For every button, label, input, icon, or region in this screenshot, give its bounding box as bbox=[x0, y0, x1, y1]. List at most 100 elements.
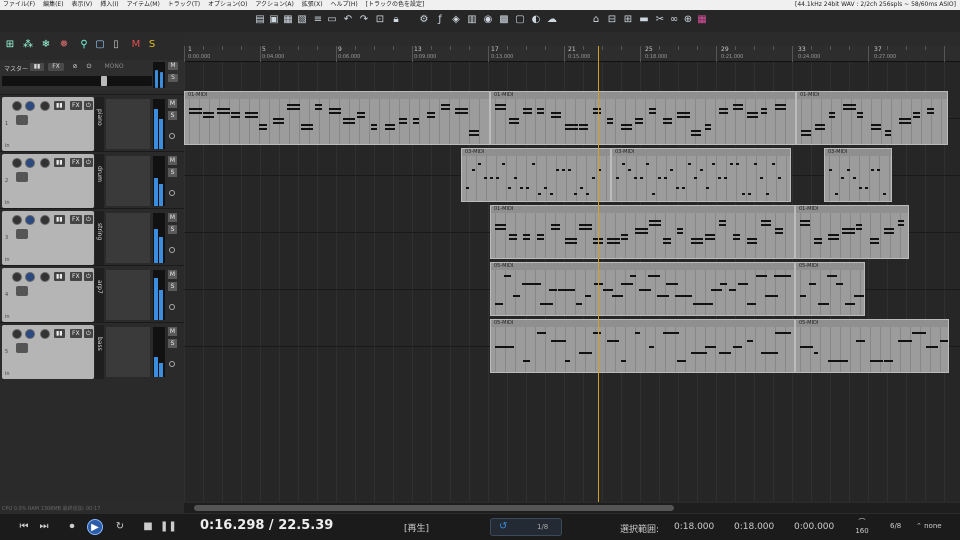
grid-icon[interactable]: ⌂ bbox=[590, 14, 602, 26]
meter-toggle[interactable]: ▮▮ bbox=[54, 101, 65, 110]
undo-history-icon[interactable]: ▭ bbox=[326, 14, 338, 26]
track-phase-icon[interactable] bbox=[169, 361, 175, 367]
go-to-start-button[interactable]: ⏮ bbox=[16, 519, 32, 535]
track-fx-button[interactable]: FX bbox=[70, 215, 82, 224]
video-icon[interactable]: ▢ bbox=[514, 14, 526, 26]
track-power-icon[interactable]: ⏻ bbox=[84, 158, 93, 167]
pan-knob[interactable] bbox=[40, 101, 50, 111]
midi-clip[interactable]: 01-MIDI bbox=[184, 91, 490, 145]
metronome-icon[interactable]: ⊡ bbox=[374, 14, 386, 26]
piano-roll-icon[interactable]: ▩ bbox=[498, 14, 510, 26]
meter-toggle[interactable]: ▮▮ bbox=[54, 215, 65, 224]
track-power-icon[interactable]: ⏻ bbox=[84, 272, 93, 281]
mute-button[interactable]: M bbox=[168, 156, 177, 165]
master-phase-icon[interactable]: ⊘ bbox=[70, 63, 80, 71]
go-to-end-button[interactable]: ⏭ bbox=[36, 519, 52, 535]
menu-track-color[interactable]: [トラックの色を設定] bbox=[363, 0, 428, 10]
horizontal-scroll-thumb[interactable] bbox=[194, 505, 674, 511]
pan-knob[interactable] bbox=[40, 215, 50, 225]
midi-clip[interactable]: 03-MIDI bbox=[611, 148, 791, 202]
track-phase-icon[interactable] bbox=[169, 304, 175, 310]
record-arm-icon[interactable] bbox=[12, 329, 22, 339]
record-button[interactable]: ⏺ bbox=[64, 519, 80, 535]
freeze-icon[interactable]: ❅ bbox=[58, 38, 70, 52]
record-arm-icon[interactable] bbox=[12, 215, 22, 225]
selection-start[interactable]: 0:18.000 bbox=[674, 522, 714, 532]
midi-clip[interactable]: 01-MIDI bbox=[490, 91, 796, 145]
midi-clip[interactable]: 05-MIDI bbox=[795, 262, 865, 316]
render-icon[interactable]: ≡ bbox=[312, 14, 324, 26]
fx-browser-icon[interactable]: ƒ bbox=[434, 14, 446, 26]
region-icon[interactable]: ◐ bbox=[530, 14, 542, 26]
mixer-layout-icon[interactable]: ⁂ bbox=[22, 38, 34, 52]
solo-all-icon[interactable]: S bbox=[146, 38, 158, 52]
midi-clip[interactable]: 05-MIDI bbox=[490, 262, 795, 316]
color-palette-icon[interactable]: ▦ bbox=[696, 14, 708, 26]
solo-button[interactable]: S bbox=[168, 225, 177, 234]
track-strip[interactable]: ▮▮ FX ⏻ 4 in arp7 Vital M S bbox=[0, 265, 255, 322]
mute-button[interactable]: M bbox=[168, 270, 177, 279]
track-strip[interactable]: ▮▮ FX ⏻ 2 in drum LABS M S bbox=[0, 151, 255, 208]
arrange-view[interactable]: 01-MIDI 01-MIDI 01-MIDI 03-MIDI 03-MIDI 03-MI… bbox=[184, 62, 960, 502]
track-strip[interactable]: ▮▮ FX ⏻ 3 in string Xpand!2 M S bbox=[0, 208, 255, 265]
midi-clip[interactable]: 01-MIDI bbox=[490, 205, 795, 259]
volume-knob[interactable] bbox=[25, 158, 35, 168]
fx-window-icon[interactable]: ▥ bbox=[466, 14, 478, 26]
menu-insert[interactable]: 挿入(I) bbox=[97, 0, 121, 10]
grid-setting[interactable]: ⌃ none bbox=[916, 522, 942, 530]
routing-icon[interactable]: ⚙︎ bbox=[418, 14, 430, 26]
solo-button[interactable]: S bbox=[168, 282, 177, 291]
new-project-icon[interactable]: ▤ bbox=[254, 14, 266, 26]
meter-toggle[interactable]: ▮▮ bbox=[54, 329, 65, 338]
track-name[interactable]: string bbox=[95, 223, 104, 240]
media-explorer-icon[interactable]: ◈ bbox=[450, 14, 462, 26]
snowflake-icon[interactable]: ❄︎ bbox=[40, 38, 52, 52]
stop-button[interactable]: ■ bbox=[140, 519, 156, 535]
save-project-icon[interactable]: ▦ bbox=[282, 14, 294, 26]
solo-button[interactable]: S bbox=[168, 339, 177, 348]
menu-item[interactable]: アイテム(M) bbox=[124, 0, 163, 10]
midi-clip[interactable]: 03-MIDI bbox=[461, 148, 611, 202]
meter-toggle[interactable]: ▮▮ bbox=[54, 158, 65, 167]
track-name[interactable]: bass bbox=[95, 337, 104, 351]
menu-file[interactable]: ファイル(F) bbox=[0, 0, 38, 10]
group-icon[interactable]: ⊕ bbox=[682, 14, 694, 26]
cloud-icon[interactable]: ☁︎ bbox=[546, 14, 558, 26]
pause-button[interactable]: ❚❚ bbox=[160, 519, 177, 535]
track-name[interactable]: drum bbox=[95, 166, 104, 182]
midi-clip[interactable]: 01-MIDI bbox=[795, 205, 909, 259]
midi-clip[interactable]: 03-MIDI bbox=[824, 148, 892, 202]
track-header[interactable]: ▮▮ FX ⏻ 5 in bbox=[2, 325, 94, 379]
track-fx-button[interactable]: FX bbox=[70, 329, 82, 338]
master-mute-button[interactable]: M bbox=[168, 62, 178, 70]
track-fx-button[interactable]: FX bbox=[70, 158, 82, 167]
record-arm-icon[interactable] bbox=[12, 272, 22, 282]
master-mono-button[interactable]: MONO bbox=[104, 63, 124, 71]
menu-help[interactable]: ヘルプ(H) bbox=[328, 0, 361, 10]
crossfade-icon[interactable]: ▬ bbox=[638, 14, 650, 26]
master-volume-handle[interactable] bbox=[101, 76, 107, 86]
track-header[interactable]: ▮▮ FX ⏻ 2 in bbox=[2, 154, 94, 208]
project-settings-icon[interactable]: ▧ bbox=[296, 14, 308, 26]
midi-clip[interactable]: 05-MIDI bbox=[795, 319, 949, 373]
pan-knob[interactable] bbox=[40, 158, 50, 168]
mute-button[interactable]: M bbox=[168, 99, 177, 108]
track-phase-icon[interactable] bbox=[169, 133, 175, 139]
play-button[interactable]: ▶ bbox=[87, 519, 103, 535]
time-signature[interactable]: 6/8 bbox=[890, 522, 901, 530]
volume-knob[interactable] bbox=[25, 101, 35, 111]
envelope-icon[interactable] bbox=[16, 172, 28, 182]
track-power-icon[interactable]: ⏻ bbox=[84, 215, 93, 224]
track-phase-icon[interactable] bbox=[169, 190, 175, 196]
selection-length[interactable]: 0:00.000 bbox=[794, 522, 834, 532]
master-fx-button[interactable]: FX bbox=[48, 63, 64, 71]
timeline-ruler[interactable]: 1 0:00.000 5 0:04.000 9 0:06.000 13 0:09.000 17 0… bbox=[184, 46, 960, 62]
track-fx-button[interactable]: FX bbox=[70, 272, 82, 281]
selection-end[interactable]: 0:18.000 bbox=[734, 522, 774, 532]
mute-button[interactable]: M bbox=[168, 213, 177, 222]
meter-toggle[interactable]: ▮▮ bbox=[54, 272, 65, 281]
track-strip[interactable]: ▮▮ FX ⏻ 5 in bass Synth1 VSTiReaEQ - Par… bbox=[0, 322, 255, 379]
trash-icon[interactable]: ▯ bbox=[110, 38, 122, 52]
menu-options[interactable]: オプション(O) bbox=[205, 0, 250, 10]
volume-knob[interactable] bbox=[25, 215, 35, 225]
